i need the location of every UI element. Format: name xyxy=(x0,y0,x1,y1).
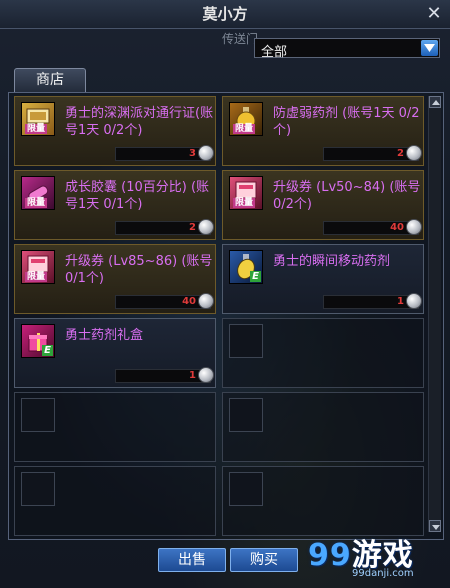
item-price: 1 xyxy=(323,293,422,309)
dropdown-value: 全部 xyxy=(261,45,288,60)
price-value: 3 xyxy=(189,148,196,159)
shop-item[interactable]: 限量 升级券 (Lv85~86) (账号 0/1个) 40 xyxy=(14,244,216,314)
empty-icon-slot xyxy=(21,472,55,506)
empty-icon-slot xyxy=(229,472,263,506)
coin-icon xyxy=(198,145,214,161)
item-price: 1 xyxy=(115,367,214,383)
item-price: 40 xyxy=(115,293,214,309)
pass-ticket-icon: 限量 xyxy=(21,102,55,136)
limited-badge: 限量 xyxy=(233,124,256,134)
limited-badge: 限量 xyxy=(25,124,48,134)
item-price: 2 xyxy=(115,219,214,235)
buy-button[interactable]: 购买 xyxy=(230,548,298,572)
shop-item[interactable]: 限量 勇士的深渊派对通行证(账号1天 0/2个) 3 xyxy=(14,96,216,166)
item-price: 2 xyxy=(323,145,422,161)
window-title: 莫小方 xyxy=(202,5,248,23)
level-ticket-icon: 限量 xyxy=(229,176,263,210)
coin-icon xyxy=(406,145,422,161)
price-value: 1 xyxy=(189,370,196,381)
empty-icon-slot xyxy=(229,398,263,432)
coin-icon xyxy=(198,293,214,309)
scroll-down-icon[interactable] xyxy=(429,520,441,532)
watermark-digits: 99 xyxy=(308,538,352,573)
shop-item[interactable]: 限量 成长胶囊 (10百分比) (账号1天 0/1个) 2 xyxy=(14,170,216,240)
item-name: 防虚弱药剂 (账号1天 0/2个) xyxy=(273,106,420,138)
teleport-potion-icon: E xyxy=(229,250,263,284)
shop-item[interactable]: 限量 防虚弱药剂 (账号1天 0/2个) 2 xyxy=(222,96,424,166)
item-name: 勇士药剂礼盒 xyxy=(65,328,144,343)
level-ticket-icon: 限量 xyxy=(21,250,55,284)
tab-shop[interactable]: 商店 xyxy=(14,68,86,92)
item-price: 40 xyxy=(323,219,422,235)
scroll-up-icon[interactable] xyxy=(429,96,441,108)
empty-slot xyxy=(14,392,216,462)
sell-button[interactable]: 出售 xyxy=(158,548,226,572)
price-value: 40 xyxy=(182,296,196,307)
item-name: 勇士的瞬间移动药剂 xyxy=(273,254,391,269)
shop-item[interactable]: 限量 升级券 (Lv50~84) (账号 0/2个) 40 xyxy=(222,170,424,240)
item-name: 勇士的深渊派对通行证(账号1天 0/2个) xyxy=(65,106,214,138)
e-badge: E xyxy=(42,345,53,356)
coin-icon xyxy=(406,219,422,235)
empty-icon-slot xyxy=(229,324,263,358)
capsule-icon: 限量 xyxy=(21,176,55,210)
chevron-down-icon[interactable] xyxy=(421,40,438,56)
price-value: 2 xyxy=(397,148,404,159)
coin-icon xyxy=(406,293,422,309)
coin-icon xyxy=(198,219,214,235)
coin-icon xyxy=(198,367,214,383)
shop-item[interactable]: E 勇士药剂礼盒 1 xyxy=(14,318,216,388)
item-name: 升级券 (Lv85~86) (账号 0/1个) xyxy=(65,254,213,286)
item-price: 3 xyxy=(115,145,214,161)
e-badge: E xyxy=(250,271,261,282)
empty-slot xyxy=(222,392,424,462)
close-icon[interactable]: ✕ xyxy=(424,4,444,24)
gift-box-icon: E xyxy=(21,324,55,358)
price-value: 2 xyxy=(189,222,196,233)
shop-item[interactable]: E 勇士的瞬间移动药剂 1 xyxy=(222,244,424,314)
empty-slot xyxy=(14,466,216,536)
empty-slot xyxy=(222,318,424,388)
empty-slot xyxy=(222,466,424,536)
limited-badge: 限量 xyxy=(25,272,48,282)
empty-icon-slot xyxy=(21,398,55,432)
item-name: 成长胶囊 (10百分比) (账号1天 0/1个) xyxy=(65,180,210,212)
price-value: 40 xyxy=(390,222,404,233)
npc-label: 传送门 xyxy=(222,32,259,46)
category-dropdown[interactable]: 全部 xyxy=(254,38,440,60)
limited-badge: 限量 xyxy=(25,198,48,208)
watermark-url: 99danji.com xyxy=(352,568,414,579)
scrollbar[interactable] xyxy=(428,96,441,532)
item-name: 升级券 (Lv50~84) (账号 0/2个) xyxy=(273,180,421,212)
potion-icon: 限量 xyxy=(229,102,263,136)
price-value: 1 xyxy=(397,296,404,307)
title-bar: 莫小方 ✕ xyxy=(0,0,450,29)
limited-badge: 限量 xyxy=(233,198,256,208)
